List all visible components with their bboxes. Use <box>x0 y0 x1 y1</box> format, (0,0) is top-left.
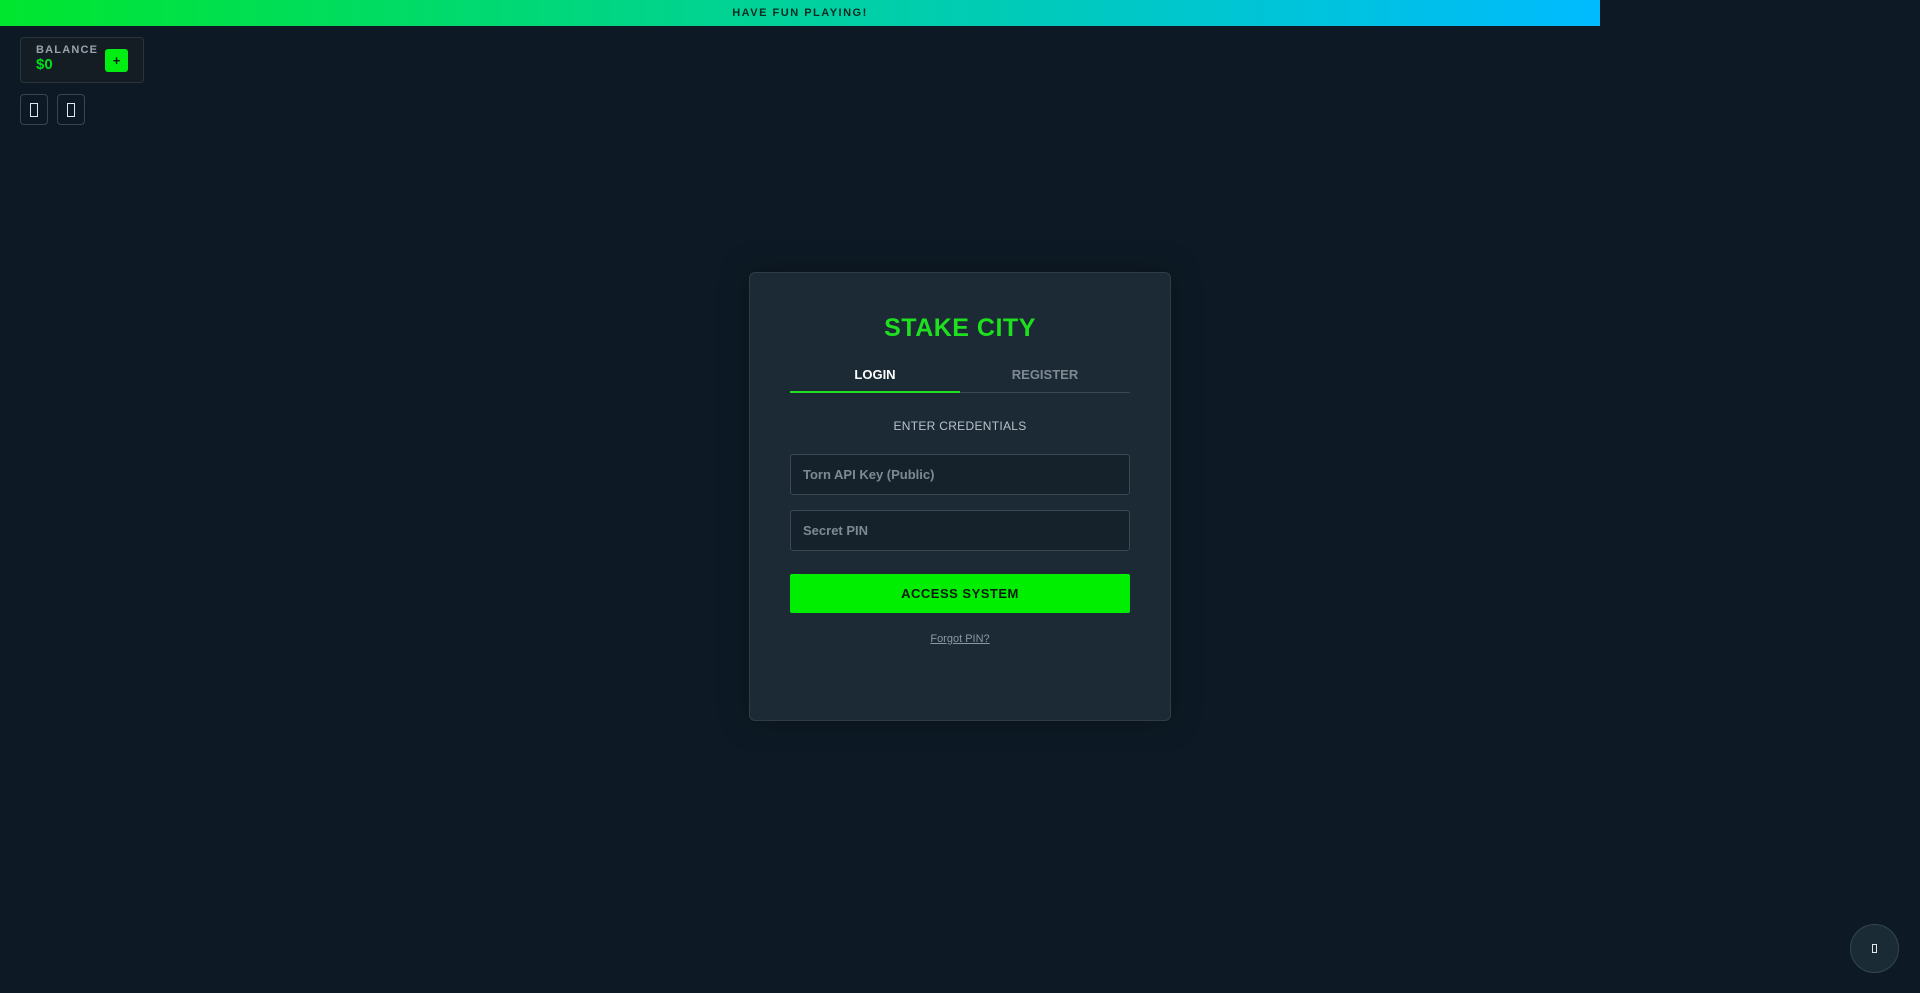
tab-login[interactable]: LOGIN <box>790 363 960 393</box>
form-subtitle: ENTER CREDENTIALS <box>893 419 1027 433</box>
toolbar-button-1[interactable] <box>20 94 48 125</box>
banner-text: HAVE FUN PLAYING! <box>732 7 868 19</box>
api-key-input[interactable] <box>790 454 1130 495</box>
tab-register[interactable]: REGISTER <box>960 363 1130 392</box>
balance-widget: BALANCE $0 + <box>20 37 144 83</box>
forgot-pin-link[interactable]: Forgot PIN? <box>930 633 989 645</box>
auth-card: STAKE CITY LOGIN REGISTER ENTER CREDENTI… <box>749 272 1171 721</box>
auth-tabs: LOGIN REGISTER <box>790 363 1130 393</box>
access-system-button[interactable]: ACCESS SYSTEM <box>790 574 1130 613</box>
floating-action-button[interactable] <box>1850 924 1899 973</box>
missing-glyph-icon <box>67 102 75 117</box>
missing-glyph-icon <box>1872 944 1877 953</box>
forgot-pin-row: Forgot PIN? <box>750 633 1170 645</box>
missing-glyph-icon <box>30 102 38 117</box>
app-title: STAKE CITY <box>884 314 1036 342</box>
top-banner: HAVE FUN PLAYING! <box>0 0 1600 26</box>
deposit-button[interactable]: + <box>105 49 128 72</box>
toolbar-button-2[interactable] <box>57 94 85 125</box>
pin-input[interactable] <box>790 510 1130 551</box>
